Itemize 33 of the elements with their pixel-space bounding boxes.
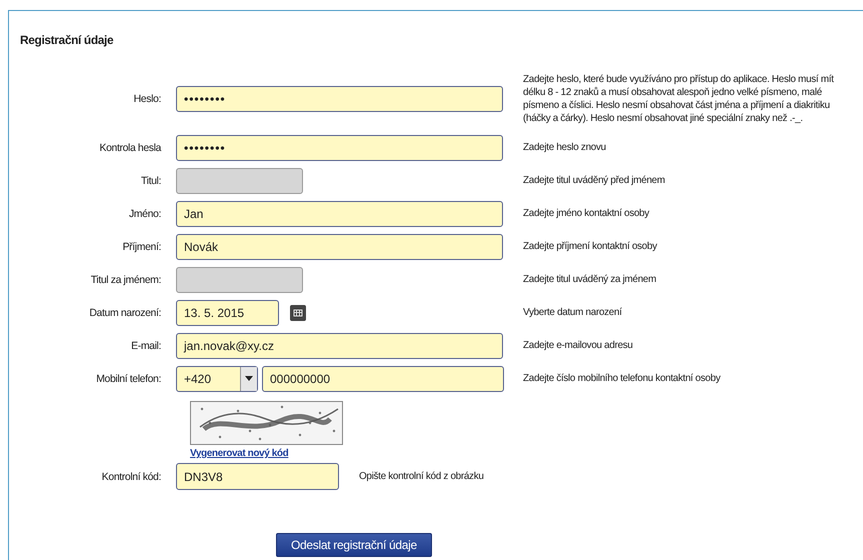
field-label: Mobilní telefon: bbox=[95, 372, 162, 384]
field-label: Kontrolní kód: bbox=[100, 470, 162, 482]
help-text: Zadejte titul uváděný za jménem bbox=[522, 273, 658, 286]
prefix-dropdown[interactable]: +420 bbox=[176, 366, 258, 392]
field-label: Jméno: bbox=[128, 208, 162, 220]
field-label: E-mail: bbox=[130, 340, 162, 352]
help-text: Zadejte titul uváděný před jménem bbox=[522, 174, 666, 187]
section-title: Registrační údaje bbox=[19, 32, 114, 49]
input-field[interactable]: Jan bbox=[176, 200, 503, 226]
help-text: Zadejte heslo, které bude využíváno pro přístup do aplikace. Heslo musí mít délku 8 - 12 znaků a musí obsahovat alespoň jedno velké písmeno, malé písmeno a číslici. Heslo nesmí obsahovat část jména a příjmení a diakritiku (háčky a čárky). Heslo nesmí obsahovat jiné speciální znaky než .-_. bbox=[522, 73, 835, 125]
field-label: Datum narození: bbox=[88, 306, 162, 318]
code-field[interactable]: DN3V8 bbox=[176, 463, 339, 490]
help-text: Zadejte příjmení kontaktní osoby bbox=[522, 240, 658, 253]
help-text: Vyberte datum narození bbox=[522, 306, 623, 319]
date-field[interactable]: 13. 5. 2015 bbox=[176, 300, 279, 326]
help-text: Zadejte heslo znovu bbox=[522, 141, 607, 154]
password-field[interactable]: •••••••• bbox=[176, 86, 503, 112]
field-label: Kontrola hesla bbox=[98, 142, 162, 154]
password-field[interactable]: •••••••• bbox=[176, 134, 503, 160]
help-text: Zadejte jméno kontaktní osoby bbox=[522, 207, 650, 220]
regenerate-link[interactable]: Vygenerovat nový kód bbox=[190, 448, 288, 459]
input-field[interactable]: 000000000 bbox=[262, 366, 504, 392]
field-label: Titul za jménem: bbox=[90, 274, 162, 286]
field-label: Titul: bbox=[140, 174, 162, 186]
field-label: Příjmení: bbox=[122, 240, 162, 252]
help-text: Zadejte e-mailovou adresu bbox=[522, 339, 634, 352]
help-text: Zadejte číslo mobilního telefonu kontaktní osoby bbox=[522, 372, 722, 385]
input-field[interactable]: jan.novak@xy.cz bbox=[176, 332, 503, 358]
submit-button[interactable]: Odeslat registrační údaje bbox=[276, 533, 432, 557]
help-text: Opište kontrolní kód z obrázku bbox=[358, 470, 485, 483]
field-label: Heslo: bbox=[132, 93, 162, 105]
calendar-icon[interactable] bbox=[290, 304, 306, 320]
input-field[interactable]: Novák bbox=[176, 234, 503, 260]
